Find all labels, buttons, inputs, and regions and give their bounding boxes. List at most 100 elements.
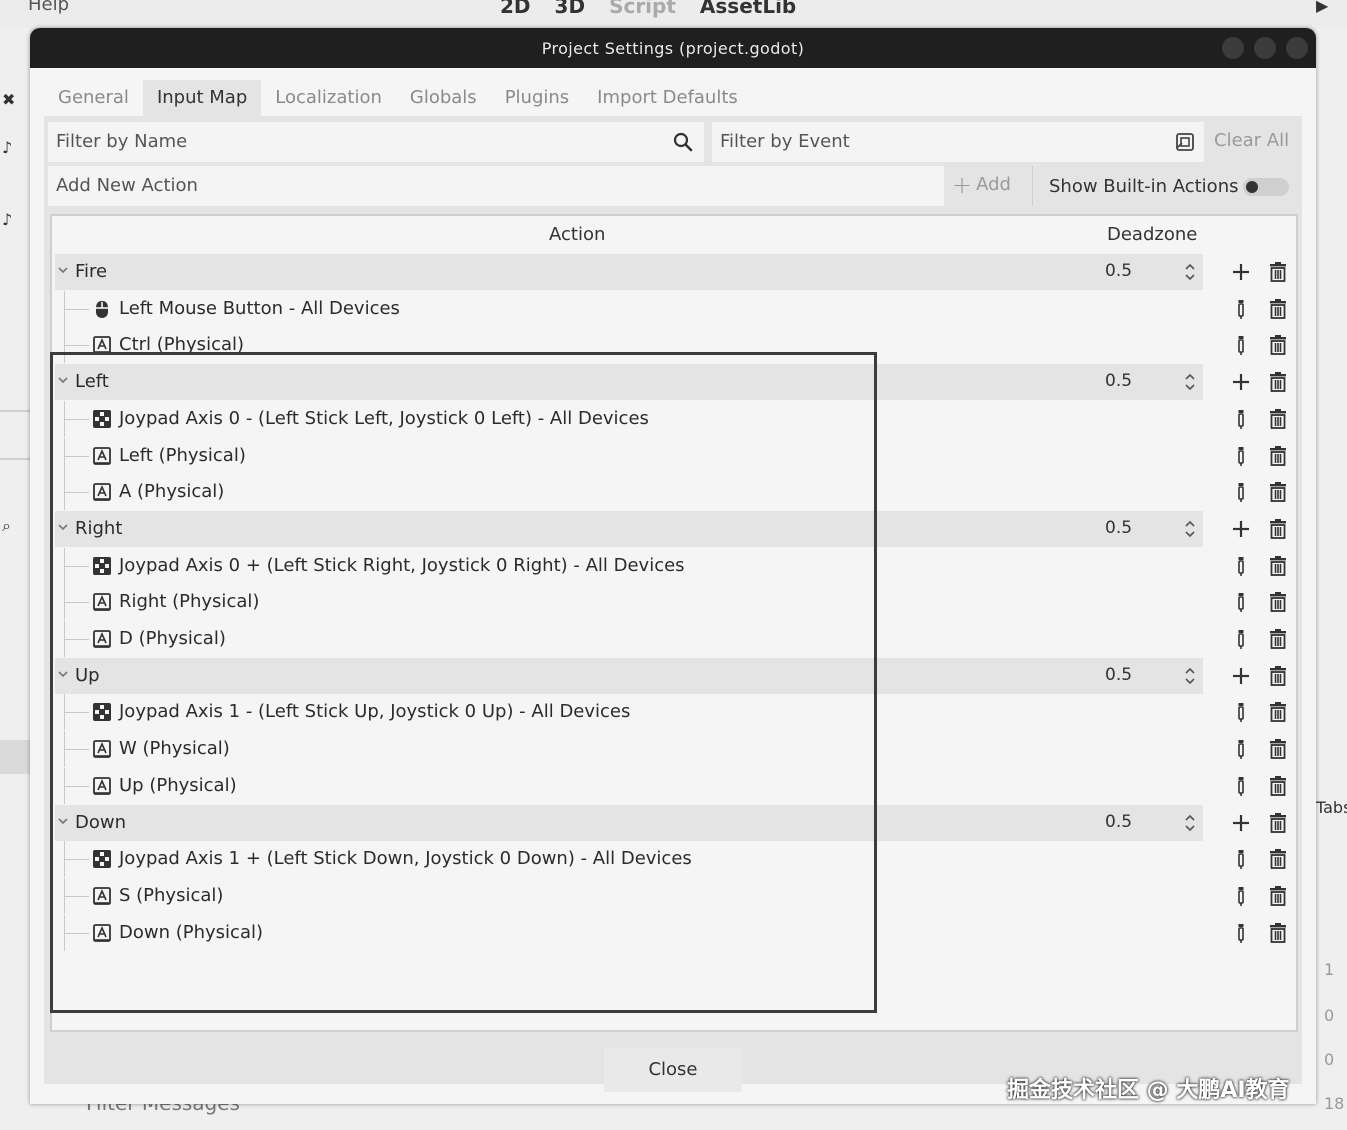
event-listen-icon[interactable] [1174, 131, 1196, 153]
event-row[interactable]: A (Physical) [52, 474, 1296, 511]
filter-by-name-input[interactable]: Filter by Name [48, 122, 704, 162]
trash-icon[interactable] [1267, 555, 1289, 577]
spin-icon[interactable] [1183, 519, 1197, 539]
trash-icon[interactable] [1267, 371, 1289, 393]
action-name[interactable]: Fire [75, 261, 107, 282]
deadzone-value[interactable]: 0.5 [1105, 371, 1132, 391]
spin-icon[interactable] [1183, 372, 1197, 392]
event-row[interactable]: Right (Physical) [52, 584, 1296, 621]
edit-icon[interactable] [1230, 922, 1252, 944]
event-row[interactable]: Joypad Axis 0 + (Left Stick Right, Joyst… [52, 547, 1296, 584]
event-row[interactable]: Up (Physical) [52, 767, 1296, 804]
trash-icon[interactable] [1267, 701, 1289, 723]
trash-icon[interactable] [1267, 665, 1289, 687]
event-row[interactable]: S (Physical) [52, 877, 1296, 914]
spin-icon[interactable] [1183, 813, 1197, 833]
close-button[interactable]: Close [604, 1048, 742, 1092]
action-name[interactable]: Left [75, 371, 109, 392]
trash-icon[interactable] [1267, 812, 1289, 834]
edit-icon[interactable] [1230, 885, 1252, 907]
deadzone-value[interactable]: 0.5 [1105, 812, 1132, 832]
action-row[interactable]: Right 0.5 [52, 510, 1296, 547]
edit-icon[interactable] [1230, 701, 1252, 723]
tool-icon[interactable]: ♪ [2, 138, 20, 157]
event-row[interactable]: W (Physical) [52, 731, 1296, 768]
trash-icon[interactable] [1267, 922, 1289, 944]
edit-icon[interactable] [1230, 445, 1252, 467]
action-name[interactable]: Right [75, 518, 122, 539]
event-row[interactable]: Joypad Axis 1 + (Left Stick Down, Joysti… [52, 841, 1296, 878]
event-row[interactable]: Down (Physical) [52, 914, 1296, 951]
deadzone-value[interactable]: 0.5 [1105, 261, 1132, 281]
action-row[interactable]: Left 0.5 [52, 364, 1296, 401]
minimize-button[interactable] [1222, 37, 1244, 59]
mode-assetlib[interactable]: AssetLib [700, 0, 796, 18]
event-row[interactable]: Joypad Axis 1 - (Left Stick Up, Joystick… [52, 694, 1296, 731]
edit-icon[interactable] [1230, 591, 1252, 613]
add-action-button[interactable]: + Add [952, 173, 1011, 197]
tab-input-map[interactable]: Input Map [142, 80, 262, 116]
spin-icon[interactable] [1183, 262, 1197, 282]
trash-icon[interactable] [1267, 775, 1289, 797]
event-row[interactable]: Joypad Axis 0 - (Left Stick Left, Joysti… [52, 400, 1296, 437]
filter-by-event-input[interactable]: Filter by Event [712, 122, 1204, 162]
play-icon[interactable]: ▶ [1316, 0, 1328, 15]
mode-2d[interactable]: 2D [500, 0, 531, 18]
dialog-titlebar[interactable]: Project Settings (project.godot) [30, 28, 1316, 68]
menu-help[interactable]: Help [28, 0, 69, 15]
edit-icon[interactable] [1230, 738, 1252, 760]
tab-plugins[interactable]: Plugins [491, 80, 583, 116]
action-row[interactable]: Up 0.5 [52, 657, 1296, 694]
plus-icon[interactable] [1230, 261, 1252, 283]
trash-icon[interactable] [1267, 261, 1289, 283]
plus-icon[interactable] [1230, 518, 1252, 540]
clear-all-button[interactable]: Clear All [1214, 130, 1289, 151]
trash-icon[interactable] [1267, 298, 1289, 320]
edit-icon[interactable] [1230, 481, 1252, 503]
plus-icon[interactable] [1230, 812, 1252, 834]
deadzone-value[interactable]: 0.5 [1105, 518, 1132, 538]
action-row[interactable]: Fire 0.5 [52, 254, 1296, 290]
trash-icon[interactable] [1267, 848, 1289, 870]
edit-icon[interactable] [1230, 628, 1252, 650]
edit-icon[interactable] [1230, 408, 1252, 430]
add-new-action-input[interactable]: Add New Action [48, 166, 944, 206]
deadzone-value[interactable]: 0.5 [1105, 665, 1132, 685]
trash-icon[interactable] [1267, 445, 1289, 467]
tab-globals[interactable]: Globals [396, 80, 491, 116]
edit-icon[interactable] [1230, 848, 1252, 870]
maximize-button[interactable] [1254, 37, 1276, 59]
tool-icon[interactable]: ♪ [2, 210, 20, 229]
spin-icon[interactable] [1183, 666, 1197, 686]
event-row[interactable]: Left Mouse Button - All Devices [52, 290, 1296, 327]
mode-3d[interactable]: 3D [555, 0, 586, 18]
tool-icon[interactable]: ✖ [2, 90, 20, 109]
trash-icon[interactable] [1267, 628, 1289, 650]
trash-icon[interactable] [1267, 591, 1289, 613]
edit-icon[interactable] [1230, 334, 1252, 356]
action-name[interactable]: Down [75, 812, 126, 833]
trash-icon[interactable] [1267, 334, 1289, 356]
trash-icon[interactable] [1267, 738, 1289, 760]
mode-script[interactable]: Script [609, 0, 676, 18]
tab-general[interactable]: General [44, 80, 143, 116]
event-row[interactable]: Left (Physical) [52, 437, 1296, 474]
plus-icon[interactable] [1230, 665, 1252, 687]
edit-icon[interactable] [1230, 775, 1252, 797]
tab-import-defaults[interactable]: Import Defaults [583, 80, 752, 116]
edit-icon[interactable] [1230, 298, 1252, 320]
trash-icon[interactable] [1267, 518, 1289, 540]
event-row[interactable]: D (Physical) [52, 621, 1296, 657]
trash-icon[interactable] [1267, 885, 1289, 907]
plus-icon[interactable] [1230, 371, 1252, 393]
action-name[interactable]: Up [75, 665, 100, 686]
close-window-button[interactable] [1286, 37, 1308, 59]
trash-icon[interactable] [1267, 481, 1289, 503]
event-row[interactable]: Ctrl (Physical) [52, 327, 1296, 364]
show-builtin-toggle[interactable] [1243, 178, 1289, 196]
tab-localization[interactable]: Localization [261, 80, 396, 116]
trash-icon[interactable] [1267, 408, 1289, 430]
search-icon[interactable]: ⌕ [2, 516, 20, 535]
action-row[interactable]: Down 0.5 [52, 804, 1296, 841]
edit-icon[interactable] [1230, 555, 1252, 577]
